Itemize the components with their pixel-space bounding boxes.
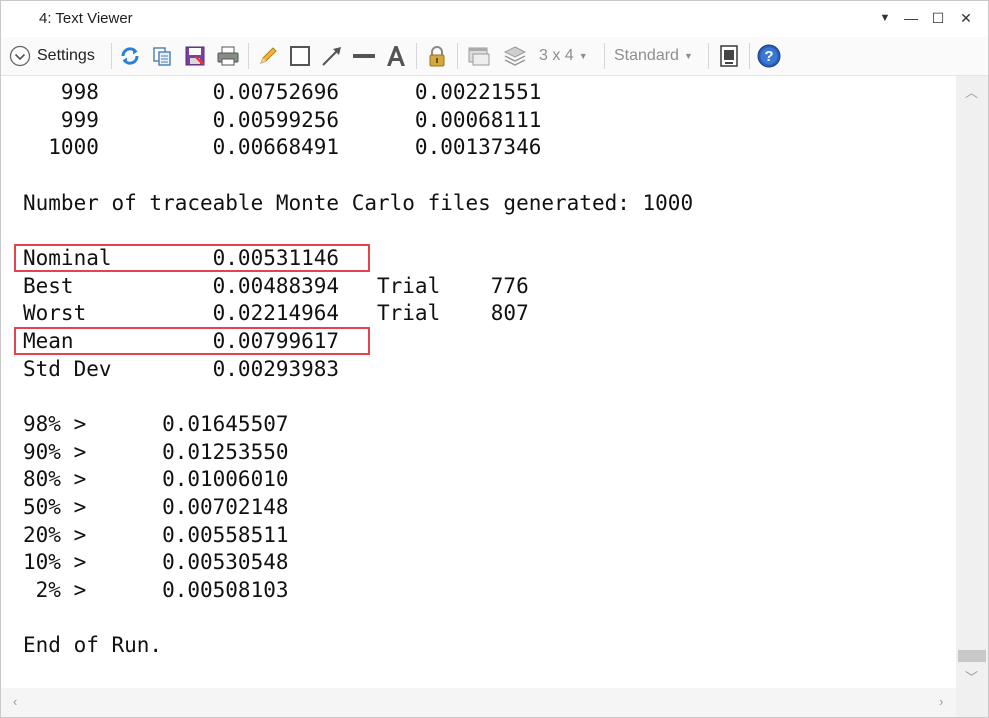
text-line: 2% > 0.00508103 [23,578,289,602]
text-line: 998 0.00752696 0.00221551 [23,80,542,104]
toolbar: Settings 3 x 4 ▼ Standard ▼ ? [1,37,988,76]
close-button[interactable]: ✕ [954,7,978,29]
vertical-scrollbar[interactable]: ︿ ﹀ [956,76,988,688]
style-dropdown[interactable]: Standard ▼ [614,43,704,69]
text-line: Worst 0.02214964 Trial 807 [23,301,529,325]
minimize-button[interactable]: — [899,7,923,29]
chevron-down-icon: ▼ [578,51,588,61]
rectangle-icon[interactable] [287,43,313,69]
toolbar-separator [604,43,605,69]
text-line: 80% > 0.01006010 [23,467,289,491]
window-menu-button[interactable]: ▼ [873,7,897,29]
help-icon[interactable]: ? [755,43,783,69]
text-line: 50% > 0.00702148 [23,495,289,519]
toolbar-separator [416,43,417,69]
scroll-thumb[interactable] [958,650,986,662]
chevron-down-circle-icon [9,45,31,67]
toolbar-separator [708,43,709,69]
svg-text:?: ? [764,48,773,65]
text-line: 999 0.00599256 0.00068111 [23,108,542,132]
text-line: Number of traceable Monte Carlo files ge… [23,191,694,215]
text-line: 1000 0.00668491 0.00137346 [23,135,542,159]
scrollbar-corner [956,688,988,717]
refresh-icon[interactable] [117,43,143,69]
horizontal-scrollbar[interactable]: ‹ › [1,688,956,717]
text-line: 98% > 0.01645507 [23,412,289,436]
scroll-left-icon[interactable]: ‹ [13,694,17,709]
lock-icon[interactable] [424,43,450,69]
toolbar-separator [111,43,112,69]
text-icon[interactable] [383,43,409,69]
text-line: Nominal 0.00531146 [23,246,340,270]
text-line: 20% > 0.00558511 [23,523,289,547]
style-label: Standard [614,47,679,64]
chevron-down-icon: ▼ [683,51,693,61]
text-line: End of Run. [23,633,163,657]
maximize-button[interactable]: ☐ [926,7,950,29]
export-icon[interactable] [716,43,742,69]
text-line: 10% > 0.00530548 [23,550,289,574]
arrow-line-icon[interactable] [319,43,345,69]
window-icon[interactable] [466,43,492,69]
settings-button[interactable]: Settings [9,43,107,69]
scroll-down-icon[interactable]: ﹀ [965,667,978,686]
text-line: Std Dev 0.00293983 [23,357,340,381]
text-line: Best 0.00488394 Trial 776 [23,274,529,298]
title-bar: 4: Text Viewer ▼ — ☐ ✕ [1,1,988,36]
scroll-right-icon[interactable]: › [939,694,943,709]
text-viewer-window: 4: Text Viewer ▼ — ☐ ✕ Settings 3 x 4 ▼ … [0,0,989,718]
text-area[interactable]: 998 0.00752696 0.00221551 999 0.00599256… [1,76,956,688]
save-icon[interactable] [182,43,208,69]
copy-icon[interactable] [149,43,175,69]
layout-label: 3 x 4 [539,47,574,64]
text-line: Mean 0.00799617 [23,329,340,353]
window-title: 4: Text Viewer [39,10,133,27]
settings-label: Settings [37,47,95,64]
pencil-icon[interactable] [255,43,281,69]
print-icon[interactable] [215,43,241,69]
layout-dropdown[interactable]: 3 x 4 ▼ [539,43,597,69]
toolbar-separator [457,43,458,69]
toolbar-separator [749,43,750,69]
layers-icon[interactable] [502,43,528,69]
scroll-up-icon[interactable]: ︿ [965,82,978,101]
line-icon[interactable] [351,43,377,69]
text-line: 90% > 0.01253550 [23,440,289,464]
toolbar-separator [248,43,249,69]
